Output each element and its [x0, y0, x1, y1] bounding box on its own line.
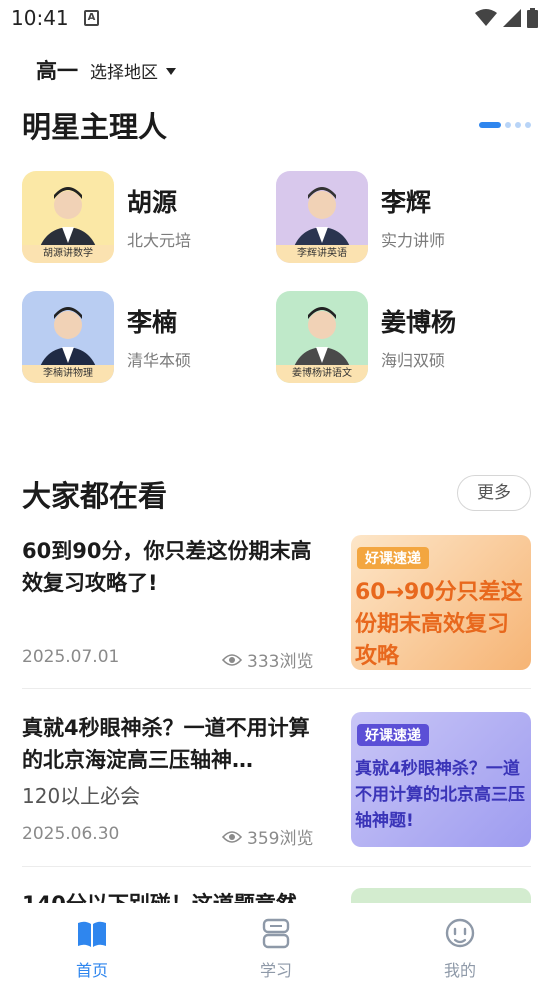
article-subtitle: 120以上必会: [22, 784, 141, 808]
pager-dot: [505, 122, 511, 128]
status-time: 10:41: [11, 6, 69, 30]
article-thumbnail[interactable]: 好课速递 真就4秒眼神杀？一道不用计算的北京高三压轴神题!: [351, 712, 531, 847]
study-icon: [262, 918, 290, 949]
teacher-avatar[interactable]: 李楠讲物理: [22, 291, 114, 383]
divider: [22, 688, 531, 689]
teacher-name[interactable]: 李楠: [127, 303, 177, 339]
tab-study-label: 学习: [259, 961, 292, 980]
teacher-avatar[interactable]: 李辉讲英语: [276, 171, 368, 263]
eye-icon: [222, 653, 242, 666]
thumb-text: 60→90分只差这份期末高效复习攻略: [355, 580, 523, 669]
pager-dot: [515, 122, 521, 128]
divider: [22, 866, 531, 867]
teacher-card[interactable]: 李辉讲英语 李辉 实力讲师: [276, 171, 526, 265]
battery-icon: [527, 8, 538, 28]
teacher-tag: 李楠讲物理: [22, 365, 114, 383]
carousel-indicator: [479, 122, 531, 128]
teacher-name[interactable]: 姜博杨: [381, 303, 456, 339]
teacher-desc: 海归双硕: [381, 351, 446, 370]
profile-icon: [445, 918, 475, 948]
status-icons: [475, 8, 538, 28]
article-item[interactable]: 真就4秒眼神杀？一道不用计算的北京海淀高三压轴神… 120以上必会 2025.0…: [22, 712, 531, 849]
thumb-text: 真就4秒眼神杀？一道不用计算的北京高三压轴神题!: [355, 759, 525, 831]
pager-dot: [525, 122, 531, 128]
popular-section-title: 大家都在看: [22, 479, 168, 513]
teacher-desc: 北大元培: [127, 231, 192, 250]
tab-home[interactable]: 首页: [32, 903, 152, 983]
article-thumbnail[interactable]: 好课速递 60→90分只差这份期末高效复习攻略: [351, 535, 531, 670]
notification-icon: A: [84, 10, 99, 26]
article-date: 2025.07.01: [22, 647, 120, 667]
teacher-tag: 李辉讲英语: [276, 245, 368, 263]
teacher-card[interactable]: 李楠讲物理 李楠 清华本硕: [22, 291, 272, 385]
tab-home-label: 首页: [75, 961, 108, 980]
teacher-card[interactable]: 姜博杨讲语文 姜博杨 海归双硕: [276, 291, 526, 385]
teacher-desc: 清华本硕: [127, 351, 192, 370]
tab-mine-label: 我的: [443, 961, 476, 980]
star-section-title: 明星主理人: [22, 110, 168, 144]
article-views-text: 333浏览: [247, 652, 314, 672]
article-views: 333浏览: [222, 647, 313, 672]
signal-icon: [503, 9, 521, 27]
article-date: 2025.06.30: [22, 824, 120, 844]
more-button[interactable]: 更多: [457, 475, 531, 511]
thumb-badge: 好课速递: [357, 724, 429, 746]
thumb-badge: 好课速递: [357, 547, 429, 569]
caret-down-icon[interactable]: [166, 67, 176, 75]
teacher-avatar[interactable]: 胡源讲数学: [22, 171, 114, 263]
region-selector[interactable]: 选择地区: [90, 58, 158, 83]
wifi-icon: [475, 9, 497, 26]
article-title[interactable]: 60到90分，你只差这份期末高效复习攻略了!: [22, 535, 322, 599]
status-bar: 10:41 A: [0, 0, 552, 38]
teacher-avatar[interactable]: 姜博杨讲语文: [276, 291, 368, 383]
tab-mine[interactable]: 我的: [400, 903, 520, 983]
book-icon: [78, 921, 106, 947]
article-views-text: 359浏览: [247, 829, 314, 849]
tab-study[interactable]: 学习: [216, 903, 336, 983]
grade-region-row[interactable]: 高一 选择地区: [36, 55, 176, 85]
teacher-desc: 实力讲师: [381, 231, 446, 250]
teacher-card[interactable]: 胡源讲数学 胡源 北大元培: [22, 171, 272, 265]
teacher-name[interactable]: 李辉: [381, 183, 431, 219]
teacher-name[interactable]: 胡源: [127, 183, 177, 219]
article-item[interactable]: 60到90分，你只差这份期末高效复习攻略了! 2025.07.01 333浏览 …: [22, 535, 531, 672]
pager-dot-active: [479, 122, 501, 128]
teacher-tag: 姜博杨讲语文: [276, 365, 368, 383]
article-title[interactable]: 真就4秒眼神杀？一道不用计算的北京海淀高三压轴神…: [22, 712, 322, 776]
grade-label[interactable]: 高一: [36, 55, 78, 85]
article-views: 359浏览: [222, 824, 313, 849]
eye-icon: [222, 830, 242, 843]
bottom-tabbar: 首页 学习 我的: [0, 903, 552, 983]
teacher-tag: 胡源讲数学: [22, 245, 114, 263]
